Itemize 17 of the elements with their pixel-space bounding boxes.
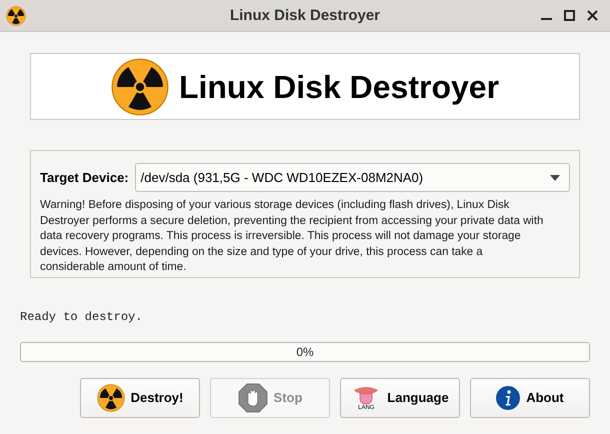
- info-icon: [496, 386, 520, 410]
- banner-title: Linux Disk Destroyer: [178, 68, 500, 107]
- device-label: Target Device:: [40, 168, 129, 187]
- device-dropdown[interactable]: /dev/sda (931,5G - WDC WD10EZEX-08M2NA0): [134, 163, 570, 192]
- close-icon[interactable]: [587, 10, 598, 21]
- stop-hand-icon: [238, 383, 268, 413]
- window-title: Linux Disk Destroyer: [230, 6, 380, 24]
- radiation-icon: [96, 384, 125, 412]
- maximize-icon[interactable]: [564, 10, 575, 21]
- destroy-button[interactable]: Destroy!: [80, 378, 200, 418]
- dropdown-caret-icon: [550, 174, 560, 180]
- radiation-logo-icon: [110, 58, 169, 116]
- progress-reading: 0%: [296, 344, 314, 361]
- status-text: Ready to destroy.: [20, 310, 142, 324]
- warning-text: Warning! Before disposing of your various storage devices (including flash drives), Linux Disk Destroyer performs a secure deletion, preventing the recipient from accessing your private data with data recovery programs. This process is irreversible. This process will not damage your storage devices. However, depending on the size and type of your drive, this process can take a considerable amount of time.: [40, 198, 544, 275]
- radiation-icon: [6, 6, 26, 26]
- about-button[interactable]: About: [470, 378, 590, 418]
